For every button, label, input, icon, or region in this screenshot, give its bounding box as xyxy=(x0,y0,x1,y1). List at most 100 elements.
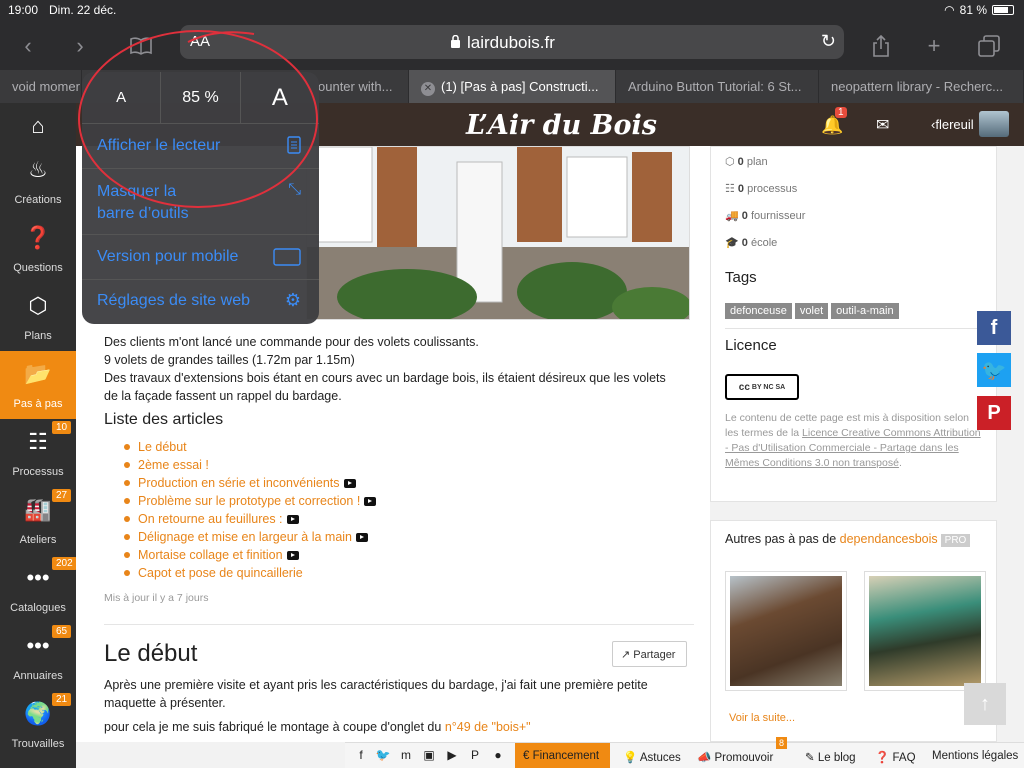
video-icon xyxy=(356,533,369,543)
close-icon[interactable]: ✕ xyxy=(421,82,435,96)
tag[interactable]: defonceuse xyxy=(725,303,792,319)
home-icon: ⌂ xyxy=(31,113,45,138)
sidebar-item-creations[interactable]: ♨ Créations xyxy=(0,147,76,215)
article-list-item[interactable]: Délignage et mise en largeur à la main xyxy=(123,528,376,546)
bell-icon[interactable]: 🔔 1 xyxy=(821,107,847,136)
globe-icon: 🌍 xyxy=(24,701,52,726)
tag[interactable]: volet xyxy=(794,303,829,319)
red-annotation-circle xyxy=(78,30,318,208)
tab-item[interactable]: neopattern library - Recherc... xyxy=(819,70,1024,103)
stat-processus[interactable]: ☷ 0 processus xyxy=(725,182,797,195)
other-tutorials-card: Autres pas à pas de dependancesbois PRO V… xyxy=(710,520,997,742)
astuces-link[interactable]: 💡 Astuces xyxy=(623,750,681,764)
share-button[interactable]: ↗ Partager xyxy=(612,641,687,667)
licence-text: Le contenu de cette page est mis à dispo… xyxy=(725,412,981,469)
sitemap-icon: ☷ xyxy=(28,429,48,454)
youtube-icon[interactable]: ▶ xyxy=(444,748,460,764)
divider xyxy=(104,624,694,625)
video-icon xyxy=(286,551,299,561)
intro-line: Des clients m'ont lancé une commande pou… xyxy=(104,335,479,349)
facebook-icon[interactable]: f xyxy=(353,748,369,764)
hero-image xyxy=(306,146,690,320)
video-icon xyxy=(364,497,377,507)
blog-link[interactable]: ✎ Le blog xyxy=(805,750,856,764)
sidebar-item-annuaires[interactable]: 65 ••• Annuaires xyxy=(0,623,76,691)
mobile-version-button[interactable]: Version pour mobile xyxy=(82,235,319,280)
mastodon-icon[interactable]: m xyxy=(398,748,414,764)
sidebar-item-catalogues[interactable]: 202 ••• Catalogues xyxy=(0,555,77,623)
stat-plan[interactable]: ⬡ 0 plan xyxy=(725,155,768,168)
website-settings-button[interactable]: Réglages de site web ⚙ xyxy=(82,280,319,324)
scroll-to-top-button[interactable]: ↑ xyxy=(964,683,1006,725)
article-list-item[interactable]: Problème sur le prototype et correction … xyxy=(123,492,377,510)
sidebar-card: ⬡ 0 plan ☷ 0 processus 🚚 0 fournisseur 🎓… xyxy=(710,146,997,502)
github-icon[interactable]: ● xyxy=(490,748,506,764)
site-logo[interactable]: L’Air du Bois xyxy=(466,110,657,141)
tab-item[interactable]: void momer xyxy=(0,70,82,103)
financement-link[interactable]: € Financement xyxy=(515,743,610,768)
tutorial-thumbnail[interactable] xyxy=(725,571,847,691)
sidebar-item-pas-a-pas[interactable]: 📂 Pas à pas xyxy=(0,351,76,419)
avatar[interactable] xyxy=(979,111,1009,137)
share-icon: ↗ xyxy=(621,649,631,661)
article-list-item[interactable]: On retourne au feuillures : xyxy=(123,510,376,528)
tag[interactable]: outil-a-main xyxy=(831,303,899,319)
sidebar-item-trouvailles[interactable]: 21 🌍 Trouvailles xyxy=(0,691,76,759)
articles-list: Le début 2ème essai ! Production en série … xyxy=(123,438,377,582)
tabs-icon[interactable] xyxy=(973,30,1005,62)
sidebar-item-ateliers[interactable]: 27 🏭 Ateliers xyxy=(0,487,76,555)
see-more-link[interactable]: Voir la suite... xyxy=(729,712,795,724)
pinterest-icon[interactable]: P xyxy=(467,748,483,764)
article-list-item[interactable]: Le début xyxy=(123,438,376,456)
chevron-left-icon[interactable]: ‹ xyxy=(12,30,44,62)
video-icon xyxy=(343,479,356,489)
wifi-icon: ◠ xyxy=(944,3,955,17)
chevron-right-icon[interactable]: › xyxy=(64,30,96,62)
sidebar-item-plans[interactable]: ⬡ Plans xyxy=(0,283,76,351)
article-list-item[interactable]: 2ème essai ! xyxy=(123,456,376,474)
plus-icon[interactable]: + xyxy=(918,30,950,62)
tab-item-active[interactable]: ✕ (1) [Pas à pas] Constructi... xyxy=(409,70,616,103)
factory-icon: 🏭 xyxy=(24,497,52,522)
sidebar-item-processus[interactable]: 10 ☷ Processus xyxy=(0,419,76,487)
other-tutorials-title: Autres pas à pas de dependancesbois PRO xyxy=(725,532,971,547)
pinterest-share-button[interactable]: P xyxy=(977,396,1011,430)
article-list-item[interactable]: Production en série et inconvénients xyxy=(123,474,376,492)
tutorial-thumbnail[interactable] xyxy=(864,571,986,691)
red-annotation-stroke xyxy=(187,31,255,43)
stat-fournisseur[interactable]: 🚚 0 fournisseur xyxy=(725,209,805,222)
user-menu[interactable]: ‹flereuil xyxy=(931,117,974,132)
article-list-item[interactable]: Capot et pose de quincaillerie xyxy=(123,564,376,582)
instagram-icon[interactable]: ▣ xyxy=(421,748,437,764)
dots-icon: ••• xyxy=(26,633,50,658)
intro-line: de la façade fassent un rappel du bardag… xyxy=(104,389,342,403)
share-icon[interactable] xyxy=(865,30,897,62)
facebook-share-button[interactable]: f xyxy=(977,311,1011,345)
twitter-share-button[interactable]: 🐦 xyxy=(977,353,1011,387)
creative-commons-badge[interactable]: cc BY NC SA xyxy=(725,374,799,400)
promouvoir-link[interactable]: 📣 Promouvoir xyxy=(697,750,773,764)
intro-line: Des travaux d'extensions bois étant en c… xyxy=(104,371,666,385)
article-list-item[interactable]: Mortaise collage et finition xyxy=(123,546,376,564)
mail-icon[interactable]: ✉ xyxy=(876,115,889,135)
tab-item[interactable]: Arduino Button Tutorial: 6 St... xyxy=(616,70,819,103)
mentions-legales-link[interactable]: Mentions légales xyxy=(932,750,1018,762)
faq-link[interactable]: ❓ FAQ xyxy=(875,750,916,764)
sidebar-item-home[interactable]: ⌂ xyxy=(0,103,76,147)
sidebar: ⌂ ♨ Créations ❓ Questions ⬡ Plans 📂 Pas à pa… xyxy=(0,103,77,768)
notification-badge: 1 xyxy=(835,107,847,118)
coin-icon: € xyxy=(523,750,530,762)
licence-title: Licence xyxy=(725,337,777,354)
video-icon xyxy=(286,515,299,525)
status-bar: 19:00 Dim. 22 déc. ◠ 81 % xyxy=(0,0,1024,22)
bois-plus-link[interactable]: n°49 de "bois+" xyxy=(445,720,531,734)
battery-percent: 81 % xyxy=(959,3,987,17)
reload-icon[interactable]: ↻ xyxy=(821,31,836,52)
author-link[interactable]: dependancesbois xyxy=(840,532,938,546)
question-icon: ❓ xyxy=(24,225,52,250)
battery-icon xyxy=(992,5,1014,15)
twitter-icon[interactable]: 🐦 xyxy=(375,748,391,764)
sidebar-item-questions[interactable]: ❓ Questions xyxy=(0,215,76,283)
expand-arrows-icon: ⤡ xyxy=(288,181,301,198)
stat-ecole[interactable]: 🎓 0 école xyxy=(725,236,777,249)
